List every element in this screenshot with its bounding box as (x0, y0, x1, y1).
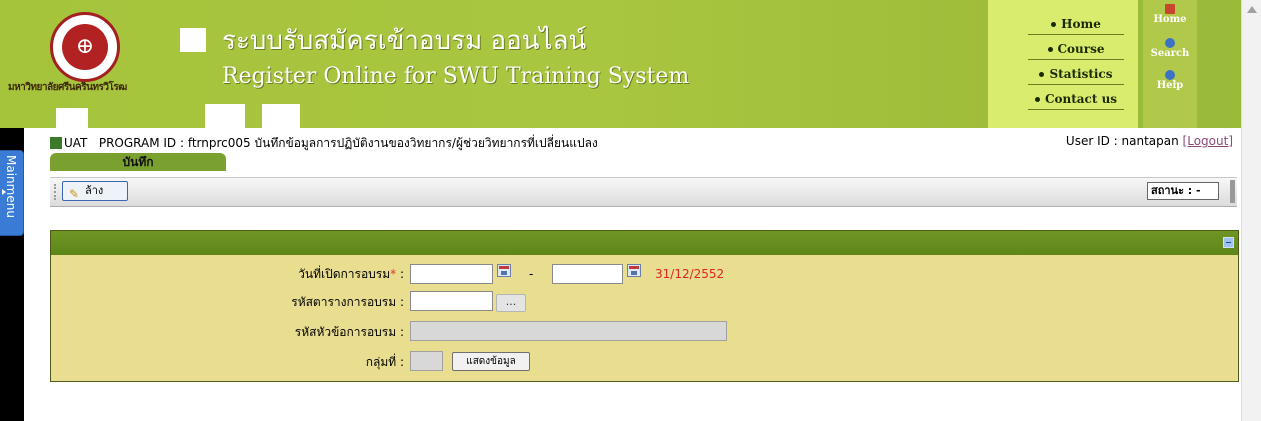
icon-links: Home Search Help (1143, 0, 1197, 128)
nav-home[interactable]: Home (1028, 14, 1124, 35)
top-nav: Home Course Statistics Contact us (988, 0, 1138, 128)
open-date-label: วันที่เปิดการอบรม* : (298, 267, 404, 281)
search-icon (1165, 38, 1175, 48)
group-input[interactable] (410, 351, 443, 371)
toolbar: ✎ ล้าง สถานะ : - (50, 177, 1237, 207)
program-info: UAT PROGRAM ID : ftrnprc005 บันทึกข้อมูล… (50, 134, 598, 153)
home-link[interactable]: Home (1143, 4, 1197, 25)
search-panel: วันที่เปิดการอบรม* : - 31/12/2552 รหัสตา… (50, 230, 1239, 382)
show-data-button[interactable]: แสดงข้อมูล (452, 352, 530, 371)
help-link[interactable]: Help (1143, 70, 1197, 91)
panel-body: วันที่เปิดการอบรม* : - 31/12/2552 รหัสตา… (51, 255, 1238, 381)
start-date-input[interactable] (410, 264, 493, 284)
program-id: PROGRAM ID : ftrnprc005 บันทึกข้อมูลการป… (98, 136, 598, 150)
schedule-code-label: รหัสตารางการอบรม : (291, 295, 404, 309)
user-id: User ID : nantapan (1065, 134, 1183, 148)
network-icon (50, 137, 62, 149)
scroll-up-icon[interactable] (1247, 6, 1257, 13)
nav-contact-us[interactable]: Contact us (1028, 89, 1124, 110)
group-label: กลุ่มที่ : (365, 355, 404, 369)
help-icon (1165, 70, 1175, 80)
university-name: มหาวิทยาลัยศรีนครินทรวิโรฒ (8, 82, 127, 93)
university-logo: ⊕ (50, 12, 120, 82)
toolbar-grip (54, 184, 58, 200)
decor-block (205, 104, 245, 128)
collapse-icon[interactable] (1223, 237, 1234, 248)
clear-button[interactable]: ✎ ล้าง (62, 181, 128, 201)
home-icon (1165, 4, 1175, 14)
end-date-hint: 31/12/2552 (655, 267, 725, 281)
broom-icon: ✎ (69, 187, 80, 201)
mainmenu-toggle[interactable]: Mainmenu (0, 150, 24, 236)
status-field: สถานะ : - (1147, 182, 1219, 200)
nav-statistics[interactable]: Statistics (1028, 64, 1124, 85)
user-info: User ID : nantapan [Logout] (1066, 134, 1233, 148)
decor-block (180, 28, 206, 52)
calendar-icon[interactable] (497, 264, 511, 277)
nav-course[interactable]: Course (1028, 39, 1124, 60)
date-separator: - (529, 267, 534, 281)
decor-block (262, 104, 300, 128)
topic-code-label: รหัสหัวข้อการอบรม : (294, 325, 404, 339)
search-link[interactable]: Search (1143, 38, 1197, 59)
mainmenu-label: Mainmenu (4, 155, 18, 218)
logout-link[interactable]: [Logout] (1183, 134, 1233, 148)
page-scrollbar[interactable] (1241, 0, 1261, 421)
decor-block (56, 108, 88, 128)
toolbar-end (1230, 180, 1235, 203)
schedule-code-input[interactable] (410, 291, 493, 311)
env-label: UAT (64, 136, 88, 150)
panel-header (51, 231, 1238, 255)
lookup-button[interactable]: ... (496, 294, 526, 312)
site-title-thai: ระบบรับสมัครเข้าอบรม ออนไลน์ (222, 26, 587, 56)
site-title-english: Register Online for SWU Training System (222, 64, 690, 89)
site-header: ⊕ มหาวิทยาลัยศรีนครินทรวิโรฒ ระบบรับสมัค… (0, 0, 1241, 128)
logo-emblem-icon: ⊕ (75, 34, 95, 59)
tab-save[interactable]: บันทึก (50, 153, 226, 171)
end-date-input[interactable] (552, 264, 623, 284)
calendar-icon[interactable] (627, 264, 641, 277)
topic-code-input[interactable] (410, 321, 727, 341)
